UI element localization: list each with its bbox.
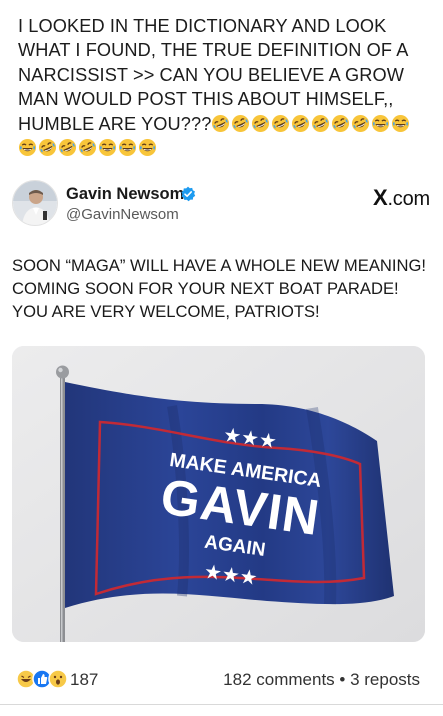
divider xyxy=(0,704,443,705)
post-text: I LOOKED IN THE DICTIONARY AND LOOK WHAT… xyxy=(18,14,428,160)
face-with-tears-of-joy-emoji-icon xyxy=(118,138,137,157)
rolling-on-floor-laughing-emoji-icon xyxy=(292,114,310,132)
rolling-on-floor-laughing-emoji-icon xyxy=(78,138,97,157)
x-logo-icon: X xyxy=(372,185,388,210)
rolling-on-floor-laughing-emoji-icon xyxy=(58,138,77,157)
flag-pole-finial xyxy=(56,365,69,379)
reaction-count[interactable]: 187 xyxy=(70,670,98,690)
embedded-post-header[interactable]: Gavin Newsom @GavinNewsom X.com xyxy=(12,180,432,232)
rolling-on-floor-laughing-emoji-icon xyxy=(272,114,290,132)
author-handle[interactable]: @GavinNewsom xyxy=(66,206,179,223)
rolling-on-floor-laughing-emoji-icon xyxy=(352,114,370,132)
avatar[interactable] xyxy=(12,180,58,226)
author-name[interactable]: Gavin Newsom xyxy=(66,185,184,204)
verified-badge-icon xyxy=(181,186,196,202)
rolling-on-floor-laughing-emoji-icon xyxy=(38,138,57,157)
wow-reaction-icon xyxy=(48,669,68,689)
face-with-tears-of-joy-emoji-icon xyxy=(98,138,117,157)
face-with-tears-of-joy-emoji-icon xyxy=(138,138,157,157)
comments-reposts-count[interactable]: 182 comments • 3 reposts xyxy=(223,670,420,690)
rolling-on-floor-laughing-emoji-icon xyxy=(212,114,230,132)
rolling-on-floor-laughing-emoji-icon xyxy=(312,114,330,132)
face-with-tears-of-joy-emoji-icon xyxy=(392,114,410,132)
source-domain: .com xyxy=(387,188,430,210)
face-with-tears-of-joy-emoji-icon xyxy=(18,138,37,157)
post-footer: 187 182 comments • 3 reposts xyxy=(12,664,432,694)
embedded-post-text: SOON “MAGA” WILL HAVE A WHOLE NEW MEANIN… xyxy=(12,256,426,321)
rolling-on-floor-laughing-emoji-icon xyxy=(252,114,270,132)
reaction-icons[interactable] xyxy=(16,669,72,689)
rolling-on-floor-laughing-emoji-icon xyxy=(232,114,250,132)
rolling-on-floor-laughing-emoji-icon xyxy=(332,114,350,132)
flag-image[interactable]: ★★★ MAKE AMERICA GAVIN AGAIN ★★★ xyxy=(12,346,425,642)
source-link[interactable]: X.com xyxy=(373,185,430,211)
face-with-tears-of-joy-emoji-icon xyxy=(372,114,390,132)
